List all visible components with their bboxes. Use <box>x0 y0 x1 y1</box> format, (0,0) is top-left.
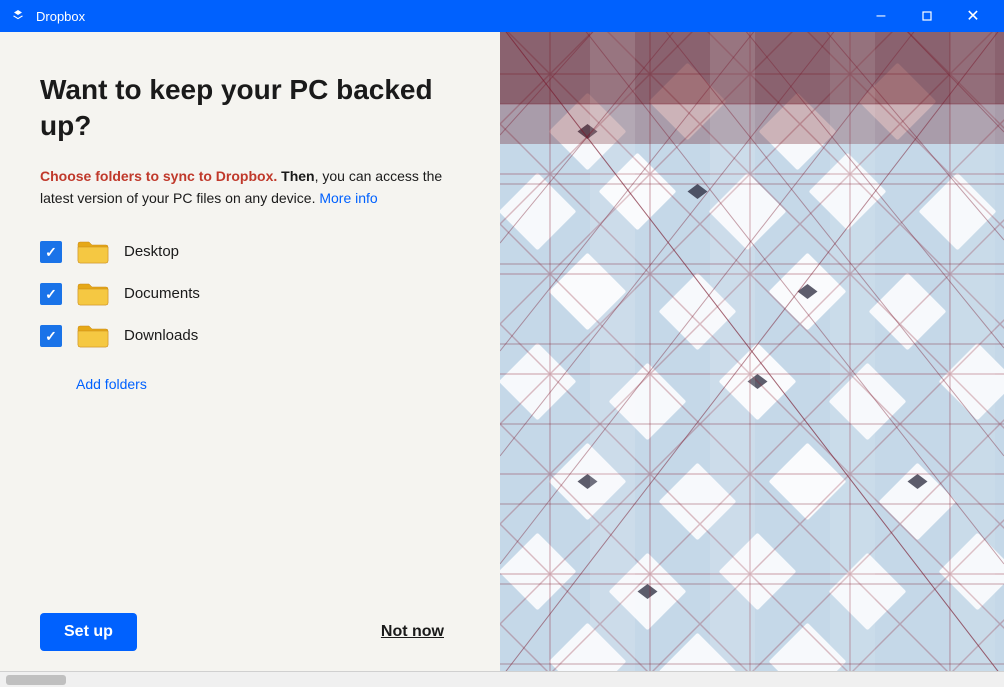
desktop-check-icon: ✓ <box>45 245 57 259</box>
description-choose: Choose folders to sync to Dropbox. <box>40 168 277 184</box>
downloads-folder-icon <box>76 322 110 350</box>
downloads-checkbox[interactable]: ✓ <box>40 325 62 347</box>
folder-item-downloads: ✓ Downloads <box>40 322 460 350</box>
decorative-pattern <box>500 32 1004 671</box>
dropbox-logo-icon <box>8 6 28 26</box>
documents-check-icon: ✓ <box>45 287 57 301</box>
right-panel <box>500 32 1004 671</box>
maximize-icon <box>922 11 932 21</box>
description-then: Then <box>281 168 314 184</box>
left-panel: Want to keep your PC backed up? Choose f… <box>0 32 500 671</box>
app-title: Dropbox <box>36 9 858 24</box>
downloads-check-icon: ✓ <box>45 329 57 343</box>
documents-checkbox[interactable]: ✓ <box>40 283 62 305</box>
headline: Want to keep your PC backed up? <box>40 72 460 145</box>
minimize-button[interactable]: – <box>858 0 904 32</box>
scrollbar-thumb[interactable] <box>6 675 66 685</box>
documents-folder-label: Documents <box>124 285 200 302</box>
documents-folder-icon <box>76 280 110 308</box>
main-content: Want to keep your PC backed up? Choose f… <box>0 32 1004 671</box>
scrollbar-track <box>0 671 1004 687</box>
folder-item-desktop: ✓ Desktop <box>40 238 460 266</box>
bottom-bar: Set up Not now <box>40 593 460 651</box>
more-info-link[interactable]: More info <box>319 190 377 206</box>
folder-list: ✓ Desktop ✓ Documents <box>40 238 460 350</box>
setup-button[interactable]: Set up <box>40 613 137 651</box>
maximize-button[interactable] <box>904 0 950 32</box>
downloads-folder-label: Downloads <box>124 327 198 344</box>
description: Choose folders to sync to Dropbox. Then,… <box>40 165 460 210</box>
title-bar: Dropbox – ✕ <box>0 0 1004 32</box>
desktop-folder-icon <box>76 238 110 266</box>
add-folders-link[interactable]: Add folders <box>76 376 460 392</box>
close-button[interactable]: ✕ <box>950 0 996 32</box>
window-controls: – ✕ <box>858 0 996 32</box>
desktop-folder-label: Desktop <box>124 243 179 260</box>
desktop-checkbox[interactable]: ✓ <box>40 241 62 263</box>
not-now-button[interactable]: Not now <box>365 613 460 651</box>
folder-item-documents: ✓ Documents <box>40 280 460 308</box>
